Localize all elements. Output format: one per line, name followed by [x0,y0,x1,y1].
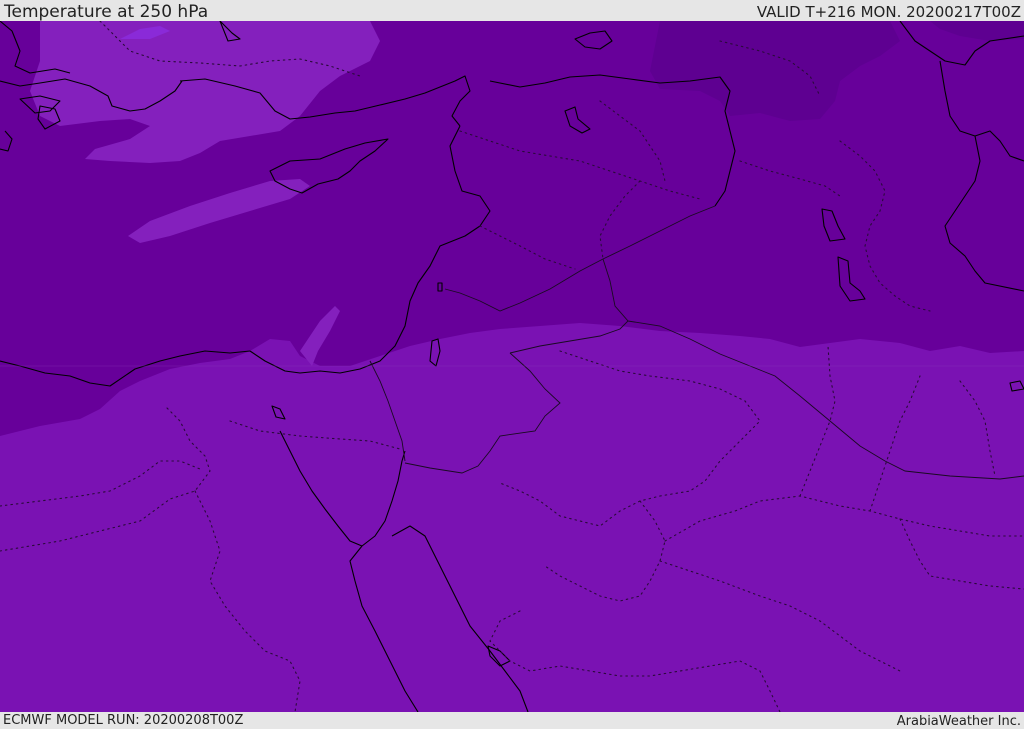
map-footer: ECMWF MODEL RUN: 20200208T00Z ArabiaWeat… [0,712,1024,729]
temperature-map [0,21,1024,712]
provider-credit: ArabiaWeather Inc. [896,714,1021,729]
map-header: Temperature at 250 hPa VALID T+216 MON. … [0,0,1024,21]
map-canvas [0,21,1024,712]
valid-time: VALID T+216 MON. 20200217T00Z [756,3,1021,21]
model-run: ECMWF MODEL RUN: 20200208T00Z [3,713,244,728]
map-title: Temperature at 250 hPa [4,2,209,22]
forecast-map-page: Temperature at 250 hPa VALID T+216 MON. … [0,0,1024,729]
